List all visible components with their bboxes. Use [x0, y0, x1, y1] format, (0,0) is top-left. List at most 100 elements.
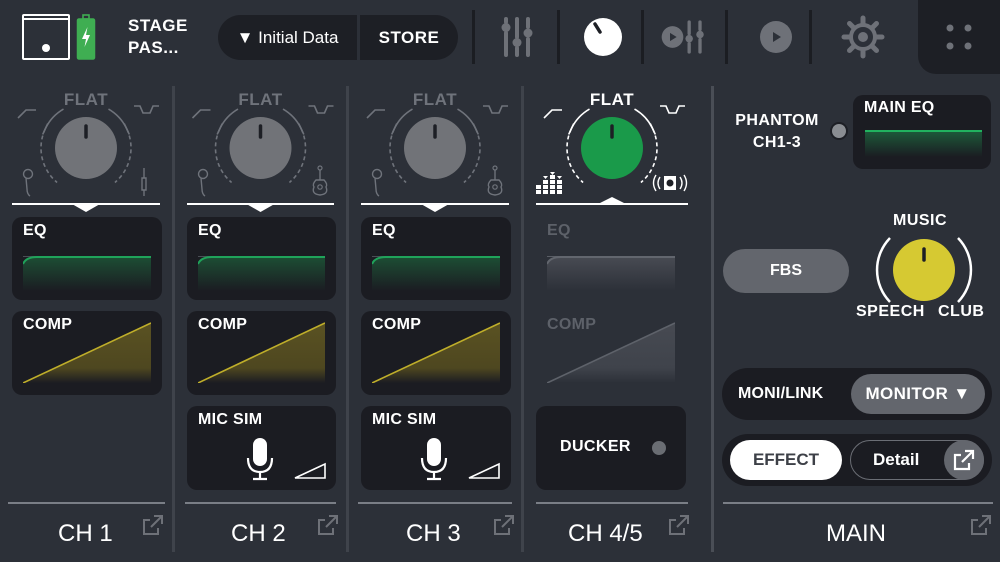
guitar-hole — [317, 184, 323, 190]
knob-arc — [570, 108, 590, 130]
channel-label: CH 4/5 — [568, 520, 643, 547]
knob-arc — [566, 128, 584, 184]
comp-curve — [547, 322, 675, 383]
comp-card[interactable]: COMP — [12, 311, 162, 395]
comp-card[interactable]: COMP — [361, 311, 511, 395]
open-detail-icon[interactable] — [317, 514, 339, 536]
channel-label: CH 2 — [231, 520, 286, 547]
level-ramp-icon — [468, 462, 500, 479]
open-detail-icon[interactable] — [493, 514, 515, 536]
knob-arc — [108, 108, 128, 130]
moni-link-dropdown[interactable]: MONITOR ▼ — [851, 374, 985, 414]
preset-speech-label[interactable]: SPEECH — [856, 303, 925, 321]
eq-card[interactable]: EQ — [187, 217, 336, 300]
device-icon[interactable] — [22, 14, 70, 60]
eq-card[interactable]: EQ — [536, 217, 686, 300]
comp-curve — [198, 322, 325, 383]
low-shelf-icon — [17, 109, 36, 119]
top-bar: STAGE PAS... ▼ Initial Data STORE — [0, 0, 1000, 78]
microphone-icon — [22, 168, 34, 180]
eq-card[interactable]: EQ — [361, 217, 511, 300]
fbs-button[interactable]: FBS — [723, 249, 849, 293]
microphone-icon — [246, 438, 274, 481]
knob-icon[interactable] — [578, 14, 628, 60]
effect-detail-button[interactable]: Detail — [850, 440, 984, 480]
channel-strip-ch45: FLAT EQ COMP DUCKER CH 4/5 — [524, 86, 711, 562]
microphone-icon — [371, 168, 383, 180]
open-detail-icon[interactable] — [142, 514, 164, 536]
strip-divider — [711, 86, 714, 552]
open-detail-icon — [944, 440, 984, 480]
main-eq-card[interactable]: MAIN EQ — [853, 95, 991, 169]
menu-button[interactable] — [918, 0, 1000, 74]
speaker-cone — [666, 179, 674, 187]
knob-arc — [282, 108, 303, 130]
peak-marker — [557, 176, 562, 179]
main-section: PHANTOM CH1-3 MAIN EQ FBS MUSIC SPEECH C… — [716, 86, 1000, 562]
channel-label: CH 1 — [58, 520, 113, 547]
play-icon[interactable] — [751, 14, 801, 60]
preset-club-label[interactable]: CLUB — [938, 303, 984, 321]
knob-tick — [216, 123, 223, 135]
knob-tick — [390, 123, 398, 135]
eq-fill — [372, 257, 500, 291]
level-meter-bar — [557, 190, 562, 194]
open-detail-icon[interactable] — [970, 514, 992, 536]
microphone-cable — [374, 177, 380, 197]
comp-card[interactable]: COMP — [187, 311, 336, 395]
eq-label: EQ — [547, 222, 571, 239]
selector-down-arrow — [72, 204, 100, 212]
scene-recall-dropdown[interactable]: ▼ Initial Data — [218, 15, 360, 60]
player-mixer-icon[interactable] — [660, 14, 710, 60]
phantom-label-line2: CH1-3 — [752, 134, 802, 151]
tone-label: FLAT — [63, 90, 109, 109]
eq-curve — [372, 256, 500, 291]
scene-control: ▼ Initial Data STORE — [218, 15, 458, 60]
peak-marker — [550, 172, 555, 175]
comp-card[interactable]: COMP — [536, 311, 686, 395]
low-shelf-icon — [543, 109, 562, 119]
effect-toggle-button[interactable]: EFFECT — [730, 440, 842, 480]
mic-sim-card[interactable]: MIC SIM — [187, 406, 336, 490]
ducker-status-led — [652, 441, 666, 455]
store-button[interactable]: STORE — [360, 15, 458, 60]
toolbar-divider — [725, 10, 728, 64]
knob-tick — [649, 123, 657, 135]
channel-strip-ch1: FLAT EQ COMP CH 1 — [0, 86, 172, 562]
mic-sim-card[interactable]: MIC SIM — [361, 406, 511, 490]
microphone-icon — [420, 438, 448, 481]
channel-strip-ch3: FLAT EQ COMP MIC SIM CH 3 — [349, 86, 521, 562]
knob-arc — [463, 128, 481, 184]
knob-tick — [123, 123, 131, 135]
battery-charging-icon — [76, 14, 96, 60]
mic-sim-label: MIC SIM — [198, 411, 263, 428]
ducker-card[interactable]: DUCKER — [536, 406, 686, 490]
guitar-head — [492, 165, 498, 171]
mixer-faders-icon[interactable] — [492, 14, 542, 60]
preset-knob[interactable] — [874, 230, 974, 310]
eq-card[interactable]: EQ — [12, 217, 162, 300]
comp-curve — [372, 322, 500, 383]
guitar-body — [312, 179, 328, 196]
channel-strip-ch2: FLAT EQ COMP MIC SIM CH 2 — [175, 86, 346, 562]
device-name: STAGE PAS... — [128, 15, 188, 59]
knob-arc — [288, 128, 307, 184]
knob-arc — [214, 128, 233, 184]
effect-row: EFFECT Detail — [722, 434, 992, 486]
preset-music-label[interactable]: MUSIC — [893, 212, 947, 230]
selector-up-arrow — [598, 197, 626, 204]
eq-curve — [547, 256, 675, 291]
knob-arc — [218, 108, 239, 130]
knob-tick — [472, 123, 480, 135]
microphone-cable — [200, 177, 206, 197]
settings-gear-icon[interactable] — [838, 14, 888, 60]
tone-label: FLAT — [238, 90, 283, 109]
tone-knob-area: FLAT — [349, 86, 521, 214]
level-ramp-icon — [294, 462, 326, 479]
level-meter-bar — [557, 185, 562, 189]
ducker-label: DUCKER — [560, 438, 631, 455]
phantom-power-toggle[interactable] — [830, 122, 848, 140]
low-shelf-icon — [191, 109, 211, 119]
open-detail-icon[interactable] — [668, 514, 690, 536]
tone-knob-area: FLAT — [0, 86, 172, 214]
